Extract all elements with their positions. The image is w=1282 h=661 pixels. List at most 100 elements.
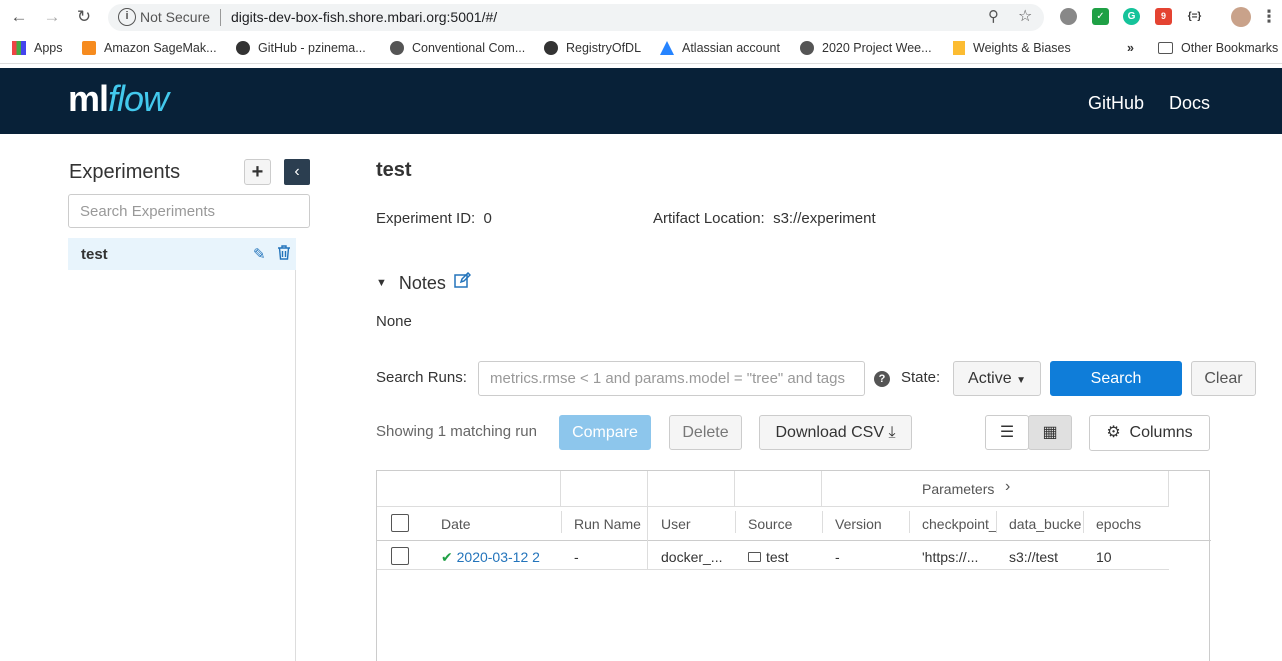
github-icon bbox=[544, 41, 558, 55]
download-csv-button[interactable]: Download CSV ⤓ bbox=[759, 415, 912, 450]
parameters-group-header[interactable]: Parameters › bbox=[822, 471, 1169, 507]
experiment-id-value: 0 bbox=[483, 210, 492, 227]
artifact-location-label: Artifact Location: bbox=[653, 210, 765, 227]
bookmark-star-icon[interactable]: ☆ bbox=[1018, 6, 1032, 26]
column-divider bbox=[996, 511, 997, 533]
table-view-button[interactable]: ▦ bbox=[1028, 415, 1072, 450]
search-experiments-input[interactable] bbox=[68, 194, 310, 228]
experiment-id-label: Experiment ID: bbox=[376, 210, 476, 227]
extension-icon[interactable] bbox=[1060, 8, 1077, 25]
logo-flow: flow bbox=[108, 78, 169, 119]
bookmark-label: RegistryOfDL bbox=[566, 41, 642, 55]
row-checkbox[interactable] bbox=[391, 547, 409, 565]
checkmark-extension-icon[interactable]: ✓ bbox=[1092, 8, 1109, 25]
columns-button[interactable]: ⚙ Columns bbox=[1089, 415, 1210, 451]
param-data-bucket: s3://test bbox=[1009, 549, 1059, 565]
experiment-item-name[interactable]: test bbox=[81, 246, 108, 263]
chevron-right-icon[interactable]: › bbox=[1005, 478, 1010, 496]
parameters-label: Parameters bbox=[922, 481, 995, 497]
github-icon bbox=[236, 41, 250, 55]
divider bbox=[220, 9, 221, 26]
list-view-button[interactable]: ☰ bbox=[985, 415, 1029, 450]
other-bookmarks[interactable]: Other Bookmarks bbox=[1158, 41, 1278, 55]
run-date-link[interactable]: ✔ 2020-03-12 2 bbox=[441, 543, 551, 571]
column-header-data-bucket[interactable]: data_bucke bbox=[1009, 507, 1083, 541]
state-dropdown[interactable]: Active ▼ bbox=[953, 361, 1041, 396]
globe-icon bbox=[800, 41, 814, 55]
grammarly-icon[interactable]: G bbox=[1123, 8, 1140, 25]
bookmark-conventional[interactable]: Conventional Com... bbox=[390, 41, 525, 55]
caret-down-icon[interactable]: ▼ bbox=[376, 277, 387, 289]
bookmark-label: GitHub - pzinema... bbox=[258, 41, 366, 55]
add-experiment-button[interactable]: + bbox=[244, 159, 271, 185]
column-divider bbox=[735, 511, 736, 533]
edit-notes-icon[interactable] bbox=[454, 271, 471, 294]
param-epochs: 10 bbox=[1096, 549, 1112, 565]
gear-icon: ⚙ bbox=[1106, 424, 1121, 441]
run-source[interactable]: test bbox=[748, 543, 822, 571]
experiment-item[interactable]: test ✎ bbox=[68, 238, 296, 270]
column-header-checkpoint[interactable]: checkpoint_ bbox=[922, 507, 996, 541]
edit-icon[interactable]: ✎ bbox=[253, 245, 266, 263]
state-value: Active bbox=[968, 370, 1012, 387]
select-all-checkbox[interactable] bbox=[391, 514, 409, 532]
todoist-icon[interactable]: 9 bbox=[1155, 8, 1172, 25]
docs-link[interactable]: Docs bbox=[1169, 93, 1210, 114]
column-header-run-name[interactable]: Run Name bbox=[574, 507, 646, 541]
bookmark-apps[interactable]: Apps bbox=[12, 41, 63, 55]
bookmark-project-week[interactable]: 2020 Project Wee... bbox=[800, 41, 932, 55]
search-button[interactable]: Search bbox=[1050, 361, 1182, 396]
caret-down-icon: ▼ bbox=[1016, 375, 1026, 386]
github-link[interactable]: GitHub bbox=[1088, 93, 1144, 114]
run-source-label: test bbox=[766, 549, 789, 565]
delete-button[interactable]: Delete bbox=[669, 415, 742, 450]
column-header-date[interactable]: Date bbox=[441, 507, 551, 541]
matching-runs-count: Showing 1 matching run bbox=[376, 423, 537, 440]
logo-ml: ml bbox=[68, 78, 109, 119]
header-group-cell bbox=[377, 471, 561, 507]
security-label: Not Secure bbox=[140, 9, 211, 25]
bookmark-github[interactable]: GitHub - pzinema... bbox=[236, 41, 366, 55]
trash-icon[interactable] bbox=[277, 245, 291, 264]
artifact-location-value: s3://experiment bbox=[773, 210, 876, 227]
experiment-list: test ✎ bbox=[68, 238, 296, 661]
download-csv-label: Download CSV bbox=[775, 424, 884, 441]
experiment-id: Experiment ID: 0 bbox=[376, 210, 492, 227]
info-icon[interactable]: i bbox=[118, 8, 136, 26]
menu-kebab-icon[interactable]: ⋮ bbox=[1258, 6, 1280, 28]
clear-button[interactable]: Clear bbox=[1191, 361, 1256, 396]
column-header-version[interactable]: Version bbox=[835, 507, 909, 541]
json-viewer-icon[interactable]: {=} bbox=[1186, 8, 1203, 25]
browser-toolbar: ← → ↻ i Not Secure digits-dev-box-fish.s… bbox=[0, 0, 1282, 34]
other-bookmarks-label: Other Bookmarks bbox=[1181, 41, 1279, 55]
compare-button[interactable]: Compare bbox=[559, 415, 651, 450]
bookmark-label: Atlassian account bbox=[682, 41, 780, 55]
column-header-epochs[interactable]: epochs bbox=[1096, 507, 1169, 541]
search-runs-input[interactable] bbox=[478, 361, 865, 396]
notes-header[interactable]: ▼ Notes bbox=[376, 271, 471, 294]
column-header-user[interactable]: User bbox=[661, 507, 735, 541]
bookmark-wandb[interactable]: Weights & Biases bbox=[953, 41, 1071, 55]
reload-icon[interactable]: ↻ bbox=[73, 6, 95, 28]
run-user: docker_... bbox=[661, 549, 723, 565]
back-arrow-icon[interactable]: ← bbox=[8, 6, 30, 28]
mlflow-logo[interactable]: mlflow bbox=[68, 78, 169, 120]
avatar[interactable] bbox=[1231, 7, 1251, 27]
column-divider bbox=[647, 471, 648, 569]
bookmark-atlassian[interactable]: Atlassian account bbox=[660, 41, 780, 55]
forward-arrow-icon[interactable]: → bbox=[41, 6, 63, 28]
collapse-sidebar-button[interactable]: ‹ bbox=[284, 159, 310, 185]
globe-icon bbox=[390, 41, 404, 55]
apps-grid-icon bbox=[12, 41, 26, 55]
column-header-source[interactable]: Source bbox=[748, 507, 822, 541]
bookmark-registry[interactable]: RegistryOfDL bbox=[544, 41, 641, 55]
url-text[interactable]: digits-dev-box-fish.shore.mbari.org:5001… bbox=[231, 9, 497, 25]
help-icon[interactable]: ? bbox=[874, 371, 890, 387]
row-divider bbox=[377, 569, 1169, 570]
address-bar[interactable]: i Not Secure digits-dev-box-fish.shore.m… bbox=[108, 4, 1044, 31]
artifact-location: Artifact Location: s3://experiment bbox=[653, 210, 876, 227]
header-group-cell bbox=[648, 471, 735, 507]
bookmark-sagemaker[interactable]: Amazon SageMak... bbox=[82, 41, 217, 55]
bookmarks-overflow[interactable]: » bbox=[1127, 41, 1134, 55]
zoom-icon[interactable]: ⚲ bbox=[988, 7, 999, 25]
